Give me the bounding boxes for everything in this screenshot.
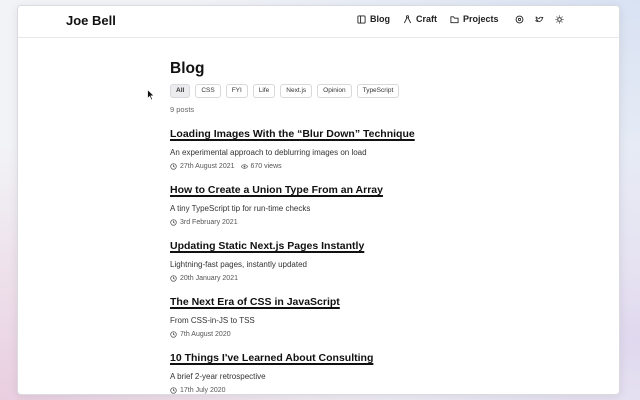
post-description: From CSS-in-JS to TSS — [170, 316, 255, 325]
main-nav: Blog Craft Projects — [357, 14, 512, 24]
post-count: 9 posts — [170, 105, 195, 114]
post-item: 10 Things I've Learned About Consulting … — [170, 348, 490, 394]
post-date: 20th January 2021 — [180, 275, 238, 282]
clock-icon — [170, 275, 177, 282]
post-description: Lightning-fast pages, instantly updated — [170, 260, 307, 269]
folder-icon — [450, 15, 459, 23]
nav-projects-label: Projects — [463, 14, 499, 24]
post-views-count: 670 views — [250, 163, 282, 170]
twitter-icon[interactable] — [535, 15, 544, 24]
post-meta: 17th July 2020 — [170, 387, 490, 394]
tag-filter: All CSS FYI Life Next.js Opinion TypeScr… — [170, 84, 490, 98]
clock-icon — [170, 219, 177, 226]
post-views: 670 views — [240, 163, 282, 170]
tag-typescript[interactable]: TypeScript — [356, 84, 400, 98]
nav-blog-label: Blog — [370, 14, 390, 24]
post-title-link[interactable]: 10 Things I've Learned About Consulting — [170, 352, 373, 364]
social-icons — [515, 15, 575, 24]
clock-icon — [170, 331, 177, 338]
site-brand[interactable]: Joe Bell — [66, 13, 116, 28]
threads-icon[interactable] — [515, 15, 524, 24]
post-date: 17th July 2020 — [180, 387, 226, 394]
clock-icon — [170, 163, 177, 170]
blog-content: Blog All CSS FYI Life Next.js Opinion Ty… — [170, 60, 490, 394]
book-icon — [357, 14, 366, 24]
post-title-link[interactable]: The Next Era of CSS in JavaScript — [170, 296, 340, 308]
post-description: A tiny TypeScript tip for run-time check… — [170, 204, 311, 213]
post-meta: 3rd February 2021 — [170, 219, 490, 226]
post-title-link[interactable]: How to Create a Union Type From an Array — [170, 184, 383, 196]
post-item: How to Create a Union Type From an Array… — [170, 180, 490, 226]
post-meta: 20th January 2021 — [170, 275, 490, 282]
tag-life[interactable]: Life — [252, 84, 276, 98]
mouse-cursor-icon — [147, 89, 155, 101]
tag-fyi[interactable]: FYI — [225, 84, 248, 98]
compass-icon — [403, 14, 412, 23]
nav-craft[interactable]: Craft — [403, 14, 437, 24]
post-title-link[interactable]: Updating Static Next.js Pages Instantly — [170, 240, 364, 252]
post-date: 7th August 2020 — [180, 331, 231, 338]
post-meta: 7th August 2020 — [170, 331, 490, 338]
nav-blog[interactable]: Blog — [357, 14, 390, 24]
post-description: An experimental approach to deblurring i… — [170, 148, 367, 157]
tag-css[interactable]: CSS — [195, 84, 221, 98]
post-meta: 27th August 2021 670 views — [170, 163, 490, 170]
tag-nextjs[interactable]: Next.js — [280, 84, 313, 98]
nav-projects[interactable]: Projects — [450, 14, 499, 24]
eye-icon — [240, 164, 248, 169]
post-item: Updating Static Next.js Pages Instantly … — [170, 236, 490, 282]
post-item: The Next Era of CSS in JavaScript From C… — [170, 292, 490, 338]
page-title: Blog — [170, 60, 205, 77]
post-item: Loading Images With the “Blur Down” Tech… — [170, 124, 490, 170]
tag-all[interactable]: All — [170, 84, 191, 98]
post-date: 3rd February 2021 — [180, 219, 238, 226]
site-header: Joe Bell Blog Craft Projects — [18, 6, 619, 38]
browser-window: Joe Bell Blog Craft Projects Blog All CS… — [17, 5, 620, 395]
post-description: A brief 2-year retrospective — [170, 372, 266, 381]
clock-icon — [170, 387, 177, 394]
post-title-link[interactable]: Loading Images With the “Blur Down” Tech… — [170, 128, 415, 140]
post-date: 27th August 2021 — [180, 163, 235, 170]
tag-opinion[interactable]: Opinion — [317, 84, 352, 98]
nav-craft-label: Craft — [416, 14, 438, 24]
sun-icon[interactable] — [555, 15, 564, 24]
